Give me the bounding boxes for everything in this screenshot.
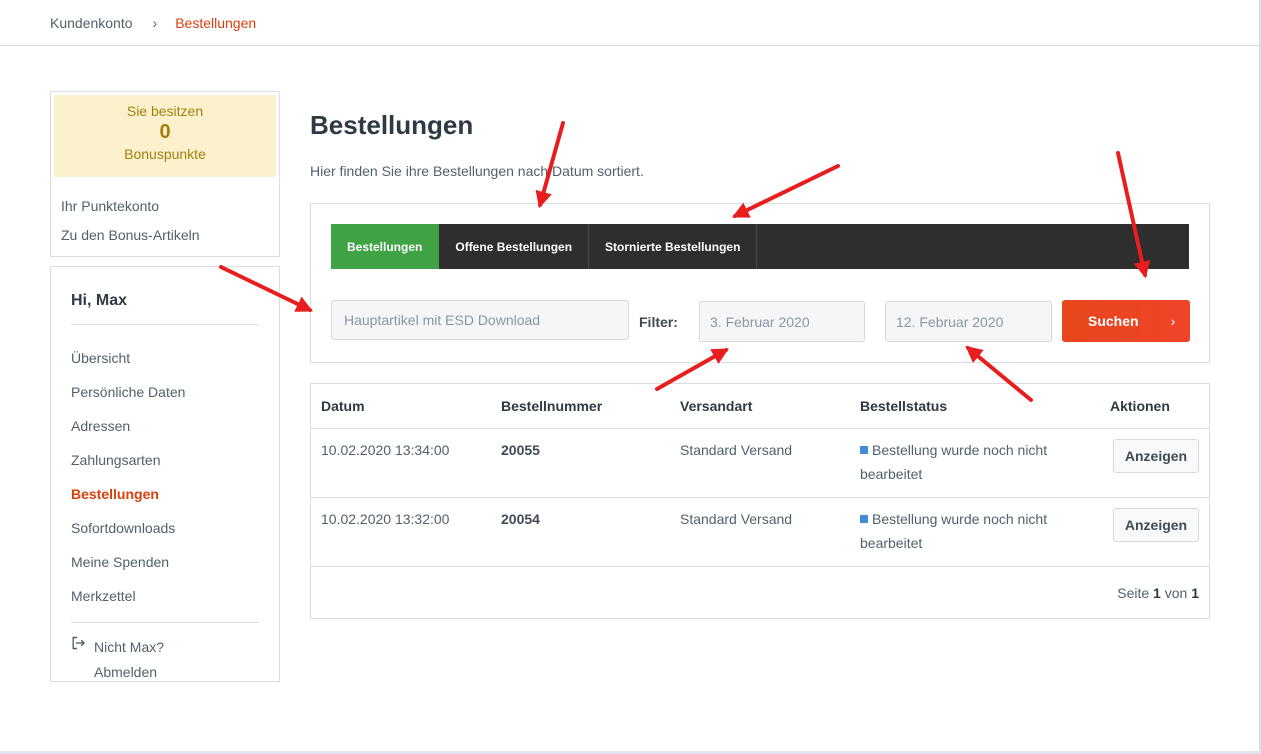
order-shipping: Standard Versand (680, 442, 793, 458)
sidebar-item-wishlist[interactable]: Merkzettel (71, 579, 259, 613)
account-greeting: Hi, Max (71, 292, 259, 325)
sidebar-item-orders[interactable]: Bestellungen (71, 477, 259, 511)
logout-link[interactable]: Nicht Max? Abmelden (71, 623, 259, 685)
filter-label: Filter: (639, 314, 678, 330)
order-date: 10.02.2020 13:32:00 (321, 511, 450, 527)
order-date: 10.02.2020 13:34:00 (321, 442, 450, 458)
order-shipping: Standard Versand (680, 511, 793, 527)
order-status: Bestellung wurde noch nicht bearbeitet (860, 438, 1080, 486)
view-order-button[interactable]: Anzeigen (1113, 439, 1199, 473)
account-sidebar: Hi, Max Übersicht Persönliche Daten Adre… (50, 266, 280, 682)
pagination-of-label: von (1164, 585, 1188, 601)
sidebar-item-personal-data[interactable]: Persönliche Daten (71, 375, 259, 409)
orders-table: Datum Bestellnummer Versandart Bestellst… (310, 383, 1210, 619)
order-number: 20054 (501, 511, 540, 527)
order-status-text: Bestellung wurde noch nicht bearbeitet (860, 442, 1048, 482)
column-header-order-number: Bestellnummer (501, 398, 603, 414)
logout-label: Abmelden (94, 664, 158, 680)
tab-open-orders[interactable]: Offene Bestellungen (439, 224, 590, 269)
tab-cancelled-orders[interactable]: Stornierte Bestellungen (589, 224, 758, 269)
order-number: 20055 (501, 442, 540, 458)
chevron-right-icon: › (1170, 313, 1176, 329)
points-account-link[interactable]: Ihr Punktekonto (61, 192, 279, 221)
sidebar-item-instant-downloads[interactable]: Sofortdownloads (71, 511, 259, 545)
order-tabs: Bestellungen Offene Bestellungen Stornie… (331, 224, 1189, 269)
table-row: 10.02.2020 13:32:00 20054 Standard Versa… (311, 498, 1209, 567)
breadcrumb: Kundenkonto › Bestellungen (0, 0, 1259, 46)
pagination-current: 1 (1153, 585, 1161, 601)
pagination-total: 1 (1191, 585, 1199, 601)
breadcrumb-home-link[interactable]: Kundenkonto (50, 15, 133, 31)
bonus-links: Ihr Punktekonto Zu den Bonus-Artikeln (51, 180, 279, 250)
date-from-field[interactable] (699, 301, 865, 342)
table-row: 10.02.2020 13:34:00 20055 Standard Versa… (311, 429, 1209, 498)
bonus-points-value: 0 (159, 121, 171, 143)
page-title: Bestellungen (310, 110, 474, 140)
breadcrumb-current: Bestellungen (175, 14, 257, 31)
bonus-points-box: Sie besitzen 0 Bonuspunkte Ihr Punktekon… (50, 91, 280, 257)
order-status: Bestellung wurde noch nicht bearbeitet (860, 507, 1080, 555)
order-status-text: Bestellung wurde noch nicht bearbeitet (860, 511, 1048, 551)
tab-orders[interactable]: Bestellungen (331, 224, 440, 269)
logout-text: Nicht Max? Abmelden (94, 635, 164, 685)
order-filter-panel: Bestellungen Offene Bestellungen Stornie… (310, 203, 1210, 363)
bonus-points-unit: Bonuspunkte (124, 146, 206, 162)
table-header: Datum Bestellnummer Versandart Bestellst… (311, 384, 1209, 429)
column-header-date: Datum (321, 398, 365, 414)
column-header-actions: Aktionen (1110, 398, 1170, 414)
column-header-shipping: Versandart (680, 398, 753, 414)
bonus-intro: Sie besitzen (126, 103, 204, 119)
search-button-label: Suchen (1088, 313, 1139, 329)
column-header-status: Bestellstatus (860, 398, 948, 414)
date-to-field[interactable] (885, 301, 1052, 342)
bonus-articles-link[interactable]: Zu den Bonus-Artikeln (61, 221, 279, 250)
view-order-button[interactable]: Anzeigen (1113, 508, 1199, 542)
breadcrumb-separator-icon: › (152, 14, 158, 31)
pagination: Seite 1 von 1 (1117, 585, 1199, 601)
search-button[interactable]: Suchen › (1062, 300, 1190, 342)
sidebar-item-overview[interactable]: Übersicht (71, 341, 259, 375)
article-search-input[interactable] (331, 300, 629, 340)
logout-not-user: Nicht Max? (94, 639, 165, 655)
sidebar-item-donations[interactable]: Meine Spenden (71, 545, 259, 579)
sidebar-item-addresses[interactable]: Adressen (71, 409, 259, 443)
pagination-page-label: Seite (1117, 585, 1150, 601)
bonus-summary: Sie besitzen 0 Bonuspunkte (54, 95, 276, 177)
account-nav-list: Übersicht Persönliche Daten Adressen Zah… (71, 325, 259, 613)
logout-icon (71, 635, 94, 685)
status-dot-icon (860, 515, 868, 523)
page-intro: Hier finden Sie ihre Bestellungen nach D… (310, 163, 644, 179)
status-dot-icon (860, 446, 868, 454)
sidebar-item-payment-methods[interactable]: Zahlungsarten (71, 443, 259, 477)
